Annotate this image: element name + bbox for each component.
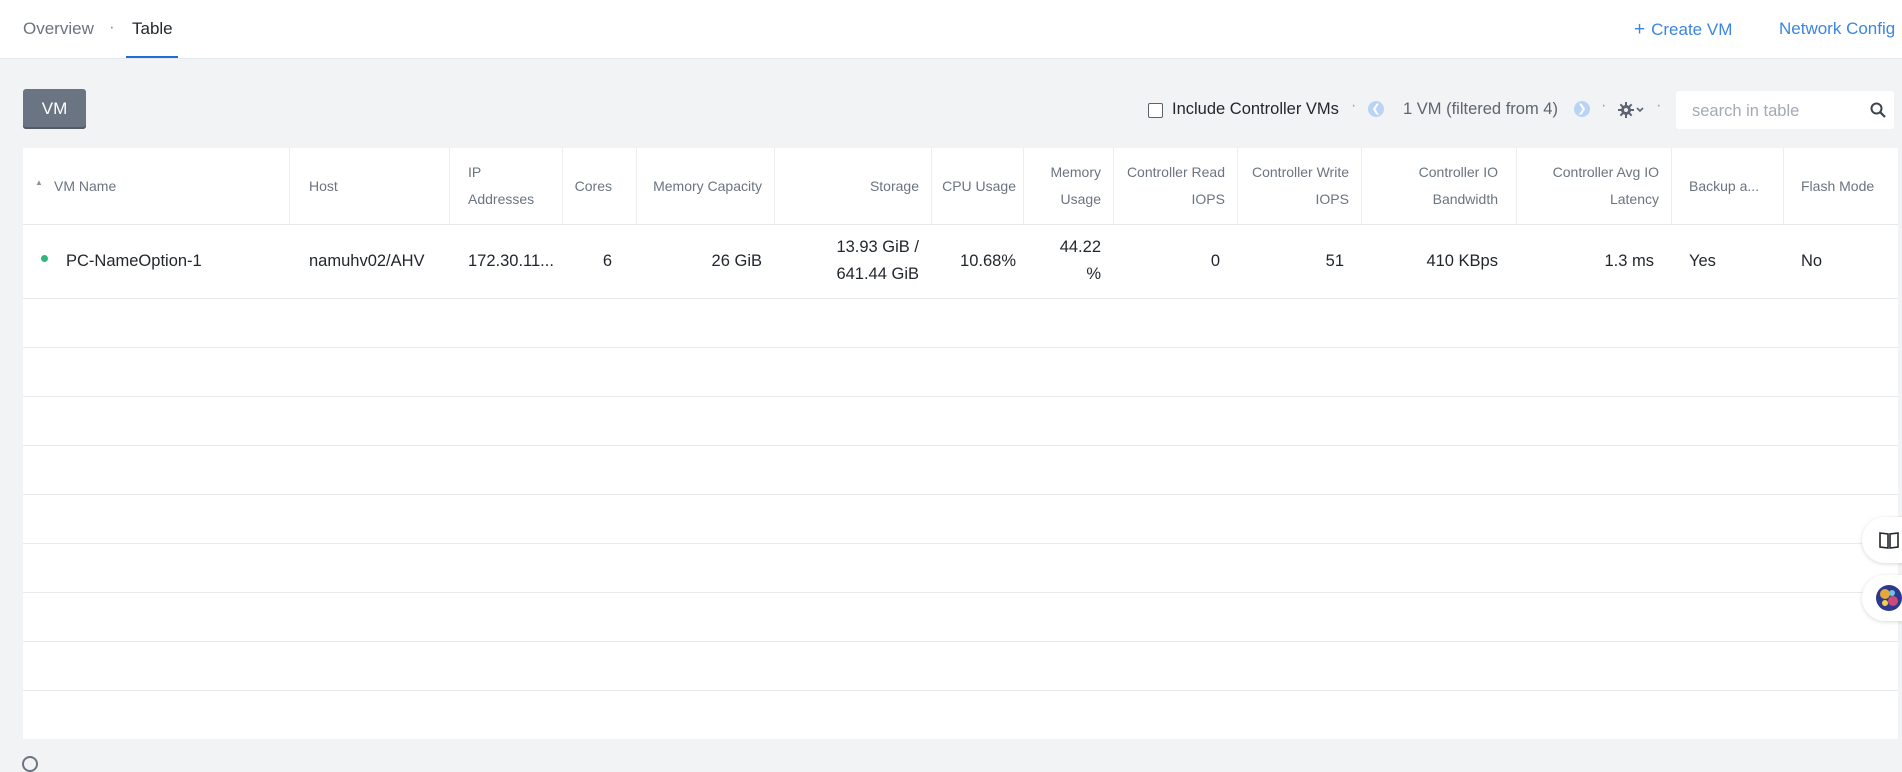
tab-overview[interactable]: Overview (23, 19, 94, 39)
cell-flash-mode: No (1801, 251, 1823, 270)
col-controller-avg-io-latency[interactable]: Controller Avg IO Latency (1516, 148, 1671, 224)
power-status-icon (41, 255, 48, 262)
docs-button[interactable] (1862, 517, 1902, 563)
col-host[interactable]: Host (309, 148, 449, 224)
book-icon (1879, 532, 1899, 549)
cell-backup: Yes (1689, 251, 1716, 270)
cell-write-iops: 51 (1325, 251, 1344, 270)
col-storage[interactable]: Storage (774, 148, 931, 224)
empty-row (23, 397, 1898, 446)
cell-cores: 6 (602, 251, 612, 270)
table-header: ▲ VM Name Host IP Addresses Cores Memory … (23, 148, 1898, 225)
col-controller-write-iops[interactable]: Controller Write IOPS (1237, 148, 1361, 224)
chevron-left-icon[interactable]: ❮ (1368, 101, 1384, 117)
empty-row (23, 544, 1898, 593)
col-cores[interactable]: Cores (562, 148, 624, 224)
cell-ip: 172.30.11... (468, 251, 554, 270)
create-vm-button[interactable]: + Create VM (1634, 19, 1732, 41)
column-divider (449, 148, 450, 224)
create-vm-label: Create VM (1651, 20, 1733, 39)
cell-host: namuhv02/AHV (309, 251, 425, 270)
empty-row (23, 348, 1898, 397)
vm-table: ▲ VM Name Host IP Addresses Cores Memory … (23, 148, 1898, 739)
cell-memory-capacity: 26 GiB (711, 251, 762, 270)
vm-type-button[interactable]: VM (23, 89, 86, 129)
toolbar-separator: · (1351, 97, 1357, 114)
column-divider (289, 148, 290, 224)
chevron-right-icon[interactable]: ❯ (1574, 101, 1590, 117)
tab-table[interactable]: Table (132, 19, 173, 39)
cell-cpu-usage: 10.68% (960, 251, 1016, 270)
table-row[interactable]: PC-NameOption-1 namuhv02/AHV 172.30.11..… (23, 224, 1898, 299)
cell-memory-usage: 44.22% (1059, 238, 1101, 283)
cell-read-iops: 0 (1210, 251, 1220, 270)
col-cpu-usage[interactable]: CPU Usage (931, 148, 1028, 224)
include-controller-vms-label: Include Controller VMs (1172, 100, 1339, 118)
network-config-link[interactable]: Network Config (1779, 19, 1895, 39)
toolbar-separator: · (1601, 97, 1607, 114)
assistant-button[interactable] (1862, 575, 1902, 621)
include-controller-vms-checkbox[interactable] (1148, 103, 1163, 118)
col-vm-name[interactable]: VM Name (54, 148, 204, 224)
empty-row (23, 299, 1898, 348)
cell-avg-io-latency: 1.3 ms (1604, 251, 1654, 270)
pagination-info: 1 VM (filtered from 4) (1403, 100, 1558, 118)
active-tab-indicator (126, 56, 178, 58)
toolbar-separator: · (1656, 97, 1662, 114)
column-divider (1783, 148, 1784, 224)
cell-io-bandwidth: 410 KBps (1426, 251, 1498, 270)
col-memory-capacity[interactable]: Memory Capacity (636, 148, 774, 224)
cell-storage: 13.93 GiB /641.44 GiB (836, 238, 919, 283)
cell-vm-name[interactable]: PC-NameOption-1 (66, 224, 286, 298)
empty-row (23, 593, 1898, 642)
sort-ascending-icon[interactable]: ▲ (35, 178, 43, 187)
search-icon[interactable] (1870, 102, 1886, 118)
avatar-icon (1876, 585, 1902, 611)
tab-separator: · (109, 17, 115, 36)
plus-icon: + (1634, 19, 1646, 40)
col-controller-read-iops[interactable]: Controller Read IOPS (1113, 148, 1237, 224)
help-icon[interactable] (22, 756, 38, 772)
table-search (1676, 91, 1894, 129)
col-backup[interactable]: Backup a... (1689, 148, 1779, 224)
gear-icon (1618, 102, 1644, 118)
table-settings-button[interactable] (1618, 101, 1646, 119)
empty-row (23, 446, 1898, 495)
empty-row (23, 642, 1898, 691)
search-input[interactable] (1690, 99, 1864, 123)
col-memory-usage[interactable]: Memory Usage (1023, 148, 1113, 224)
empty-row (23, 495, 1898, 544)
col-flash-mode[interactable]: Flash Mode (1801, 148, 1896, 224)
top-nav-bar: Overview · Table + Create VM Network Conf… (0, 0, 1902, 59)
column-divider (1671, 148, 1672, 224)
col-ip-addresses[interactable]: IP Addresses (468, 148, 568, 224)
col-controller-io-bandwidth[interactable]: Controller IO Bandwidth (1361, 148, 1516, 224)
